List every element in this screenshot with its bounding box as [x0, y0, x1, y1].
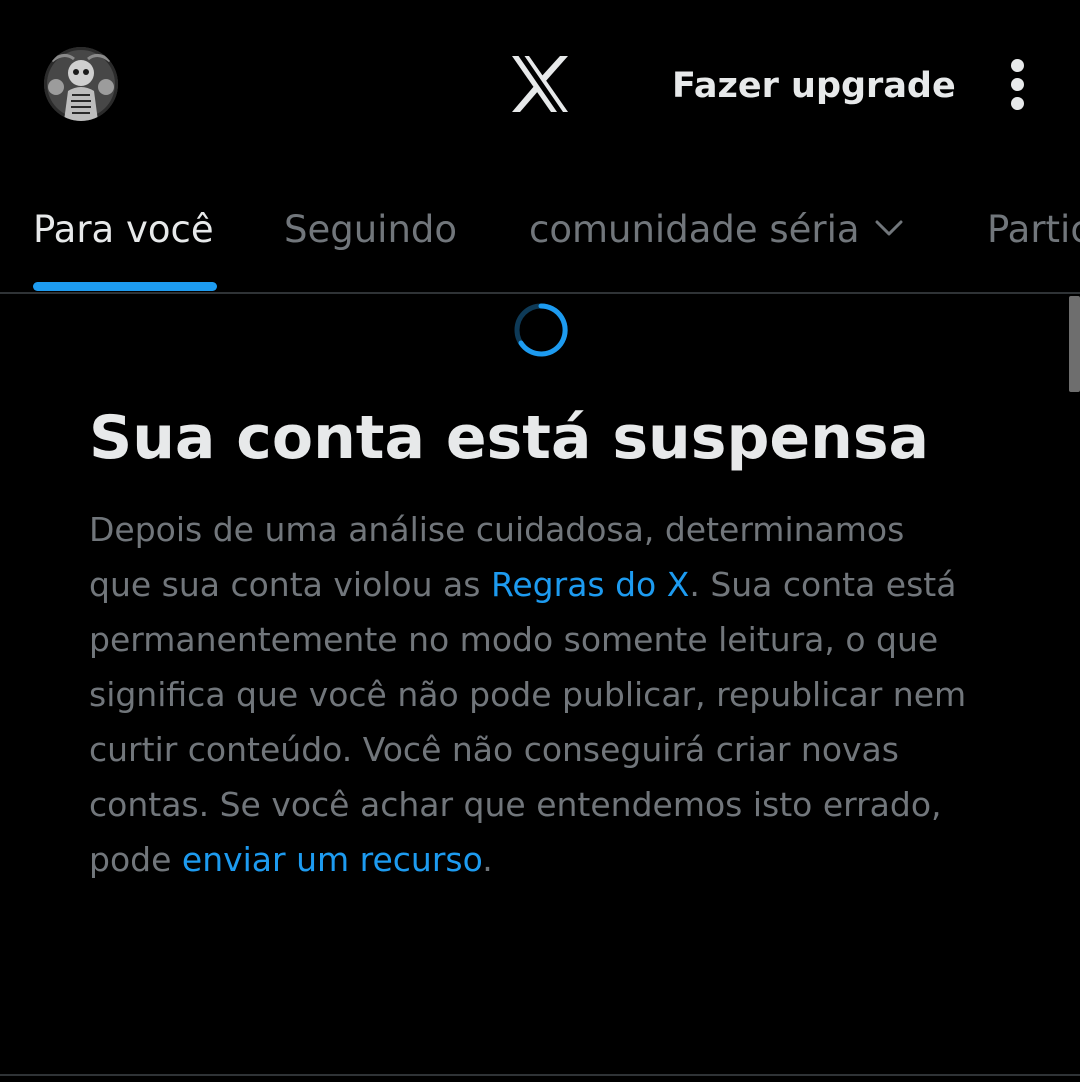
bottom-divider [0, 1074, 1080, 1076]
timeline-tabs: Para você Seguindo comunidade séria Part… [0, 190, 1080, 292]
tab-comunidade-seria[interactable]: comunidade séria [529, 190, 904, 292]
tab-label: comunidade séria [529, 208, 860, 251]
avatar-image [44, 47, 118, 121]
suspension-body: Depois de uma análise cuidadosa, determi… [89, 502, 969, 887]
chevron-down-icon[interactable] [874, 218, 904, 238]
avatar[interactable] [44, 47, 118, 121]
tab-seguindo[interactable]: Seguindo [284, 190, 457, 292]
body-text: . Sua conta está permanentemente no modo… [89, 565, 967, 879]
spinner-icon [509, 298, 573, 362]
tabs-divider [0, 292, 1080, 294]
appeal-link[interactable]: enviar um recurso [182, 840, 482, 879]
active-tab-indicator [33, 282, 217, 291]
tab-para-voce[interactable]: Para você [33, 190, 217, 292]
suspension-message: Sua conta está suspensa Depois de uma an… [89, 400, 969, 887]
upgrade-label: Fazer upgrade [672, 66, 956, 106]
tab-label: Para você [33, 208, 214, 251]
body-text: . [482, 840, 493, 879]
rules-link[interactable]: Regras do X [491, 565, 689, 604]
tab-partic[interactable]: Partic [987, 190, 1080, 292]
upgrade-button[interactable]: Fazer upgrade [660, 58, 968, 114]
tab-label: Seguindo [284, 208, 458, 251]
scrollbar[interactable] [1069, 296, 1080, 392]
more-vertical-icon[interactable] [994, 52, 1042, 116]
suspension-title: Sua conta está suspensa [89, 403, 930, 473]
top-bar: Fazer upgrade [0, 0, 1080, 170]
tab-label: Partic [987, 208, 1080, 251]
x-logo-icon[interactable] [510, 56, 570, 112]
